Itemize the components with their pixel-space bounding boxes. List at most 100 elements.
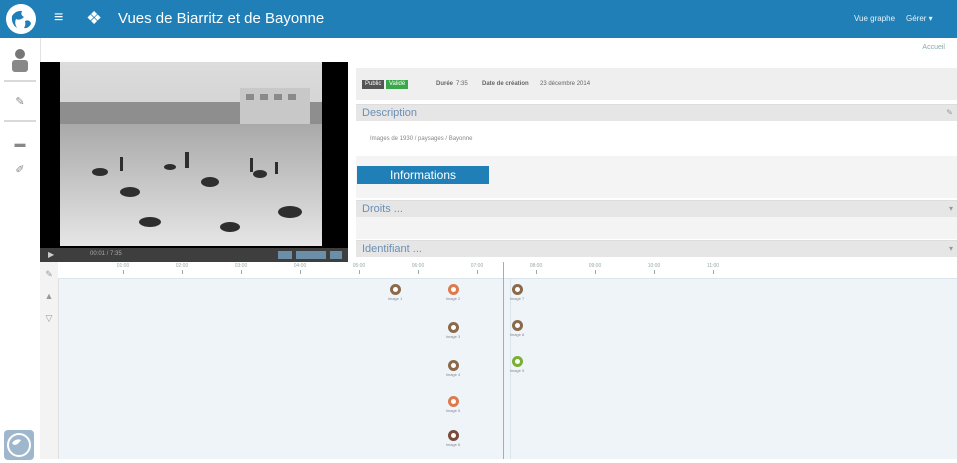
timeline-tick-label: 03:00	[234, 263, 248, 269]
timeline-tick: 07:00	[462, 263, 492, 274]
timeline-tick-mark	[240, 270, 242, 274]
compass-icon: ❖	[86, 8, 103, 28]
timeline-tick-mark	[535, 270, 537, 274]
timeline-tick-mark	[653, 270, 655, 274]
pencil-tool-icon[interactable]: ✎	[43, 268, 55, 280]
timeline-annotation[interactable]: Image 1	[380, 284, 410, 301]
edit-pencil-icon[interactable]: ✐	[8, 160, 32, 180]
created-value: 23 décembre 2014	[540, 81, 591, 87]
user-avatar-icon[interactable]	[8, 48, 32, 72]
timeline-tick: 11:00	[698, 263, 728, 274]
timeline-tick-label: 01:00	[116, 263, 130, 269]
volume-button[interactable]	[278, 251, 292, 259]
video-player[interactable]	[40, 62, 348, 258]
chevron-down-icon[interactable]: ▾	[949, 204, 953, 213]
timeline-tick-label: 08:00	[529, 263, 543, 269]
video-camera-icon[interactable]: ▬	[8, 134, 32, 154]
timeline-tick: 10:00	[639, 263, 669, 274]
duration-value: 7:35	[456, 81, 468, 87]
timeline-tick-label: 09:00	[588, 263, 602, 269]
duration-label: Durée	[436, 81, 454, 87]
layers-tool-icon[interactable]: ▲	[43, 290, 55, 302]
timeline-tick: 08:00	[521, 263, 551, 274]
timeline-tick: 02:00	[167, 263, 197, 274]
graph-view-link[interactable]: Vue graphe	[854, 14, 895, 23]
timeline-tick-label: 04:00	[293, 263, 307, 269]
video-time: 00:01 / 7:35	[90, 251, 122, 257]
timeline-tick: 01:00	[108, 263, 138, 274]
rights-band	[356, 217, 957, 239]
timeline-annotation[interactable]: Image 5	[438, 396, 468, 413]
timeline-ruler: 01:00 02:00 03:00 04:00 05:00 06:00 07:00 08:00…	[58, 262, 957, 279]
description-text: Images de 1930 / paysages / Bayonne	[370, 136, 473, 142]
video-frame-beach-image	[60, 62, 322, 246]
timeline-annotation[interactable]: Image 8	[502, 320, 532, 337]
timeline-tick-label: 02:00	[175, 263, 189, 269]
timeline-tick-label: 11:00	[706, 263, 720, 269]
annotation-label: Image 2	[445, 296, 461, 301]
timeline-annotation[interactable]: Image 4	[438, 360, 468, 377]
annotation-marker-icon[interactable]	[447, 284, 459, 295]
rail-divider	[4, 80, 36, 82]
annotation-marker-icon[interactable]	[511, 320, 523, 331]
annotation-marker-icon[interactable]	[511, 284, 523, 295]
home-link[interactable]: Accueil	[922, 44, 945, 51]
annotation-label: Image 3	[445, 334, 461, 339]
globe-logo-icon[interactable]	[6, 4, 36, 34]
annotation-label: Image 6	[445, 442, 461, 447]
annotation-marker-icon[interactable]	[447, 430, 459, 441]
user-menu[interactable]: Gérer ▾	[906, 14, 933, 23]
annotation-label: Image 1	[387, 296, 403, 301]
annotation-marker-icon[interactable]	[447, 360, 459, 371]
identifier-section-header[interactable]: Identifiant ... ▾	[356, 240, 957, 257]
annotation-label: Image 9	[509, 368, 525, 373]
video-controls: ▶ 00:01 / 7:35	[40, 248, 348, 262]
timeline-tick-mark	[476, 270, 478, 274]
description-title: Description	[362, 107, 418, 119]
created-label: Date de création	[482, 81, 529, 87]
timeline-annotation[interactable]: Image 9	[502, 356, 532, 373]
globe-footer-icon[interactable]	[4, 430, 34, 460]
informations-tab[interactable]: Informations	[357, 166, 489, 184]
annotation-marker-icon[interactable]	[447, 396, 459, 407]
filter-tool-icon[interactable]: ▽	[43, 312, 55, 324]
timeline[interactable]: ✎ ▲ ▽ 01:00 02:00 03:00 04:00 05:00 06:00 07:0…	[40, 262, 957, 459]
timeline-tick: 09:00	[580, 263, 610, 274]
timeline-annotation[interactable]: Image 6	[438, 430, 468, 447]
timeline-tick: 04:00	[285, 263, 315, 274]
identifier-title: Identifiant ...	[362, 243, 422, 255]
description-section-header[interactable]: Description ✎	[356, 104, 957, 121]
timeline-tick-label: 05:00	[352, 263, 366, 269]
annotation-marker-icon[interactable]	[447, 322, 459, 333]
annotation-label: Image 7	[509, 296, 525, 301]
annotation-marker-icon[interactable]	[389, 284, 401, 295]
metadata-bar: Public Validé Durée 7:35 Date de créatio…	[356, 68, 957, 100]
timeline-tick-mark	[358, 270, 360, 274]
hamburger-menu-icon[interactable]: ≡	[54, 10, 63, 26]
play-icon[interactable]: ▶	[48, 250, 54, 259]
annotation-label: Image 4	[445, 372, 461, 377]
fullscreen-button[interactable]	[330, 251, 342, 259]
edit-icon[interactable]: ✎	[946, 108, 953, 117]
timeline-tick-label: 07:00	[470, 263, 484, 269]
rights-section-header[interactable]: Droits ... ▾	[356, 200, 957, 217]
timeline-tick-label: 10:00	[647, 263, 661, 269]
quality-button[interactable]	[296, 251, 326, 259]
chevron-down-icon[interactable]: ▾	[949, 244, 953, 253]
timeline-annotation[interactable]: Image 2	[438, 284, 468, 301]
timeline-tick-mark	[417, 270, 419, 274]
timeline-tick-mark	[122, 270, 124, 274]
timeline-tick-mark	[712, 270, 714, 274]
timeline-annotation[interactable]: Image 7	[502, 284, 532, 301]
pin-icon[interactable]: ✎	[8, 92, 32, 112]
rail-divider	[4, 120, 36, 122]
status-badge: Validé	[386, 80, 409, 89]
annotation-marker-icon[interactable]	[511, 356, 523, 367]
timeline-annotation[interactable]: Image 3	[438, 322, 468, 339]
timeline-tick: 03:00	[226, 263, 256, 274]
sub-toolbar: Accueil	[40, 38, 957, 58]
page-title: Vues de Biarritz et de Bayonne	[118, 10, 325, 27]
left-rail: ✎ ▬ ✐	[0, 38, 41, 460]
timeline-tools: ✎ ▲ ▽	[40, 262, 59, 459]
timeline-tick-mark	[299, 270, 301, 274]
